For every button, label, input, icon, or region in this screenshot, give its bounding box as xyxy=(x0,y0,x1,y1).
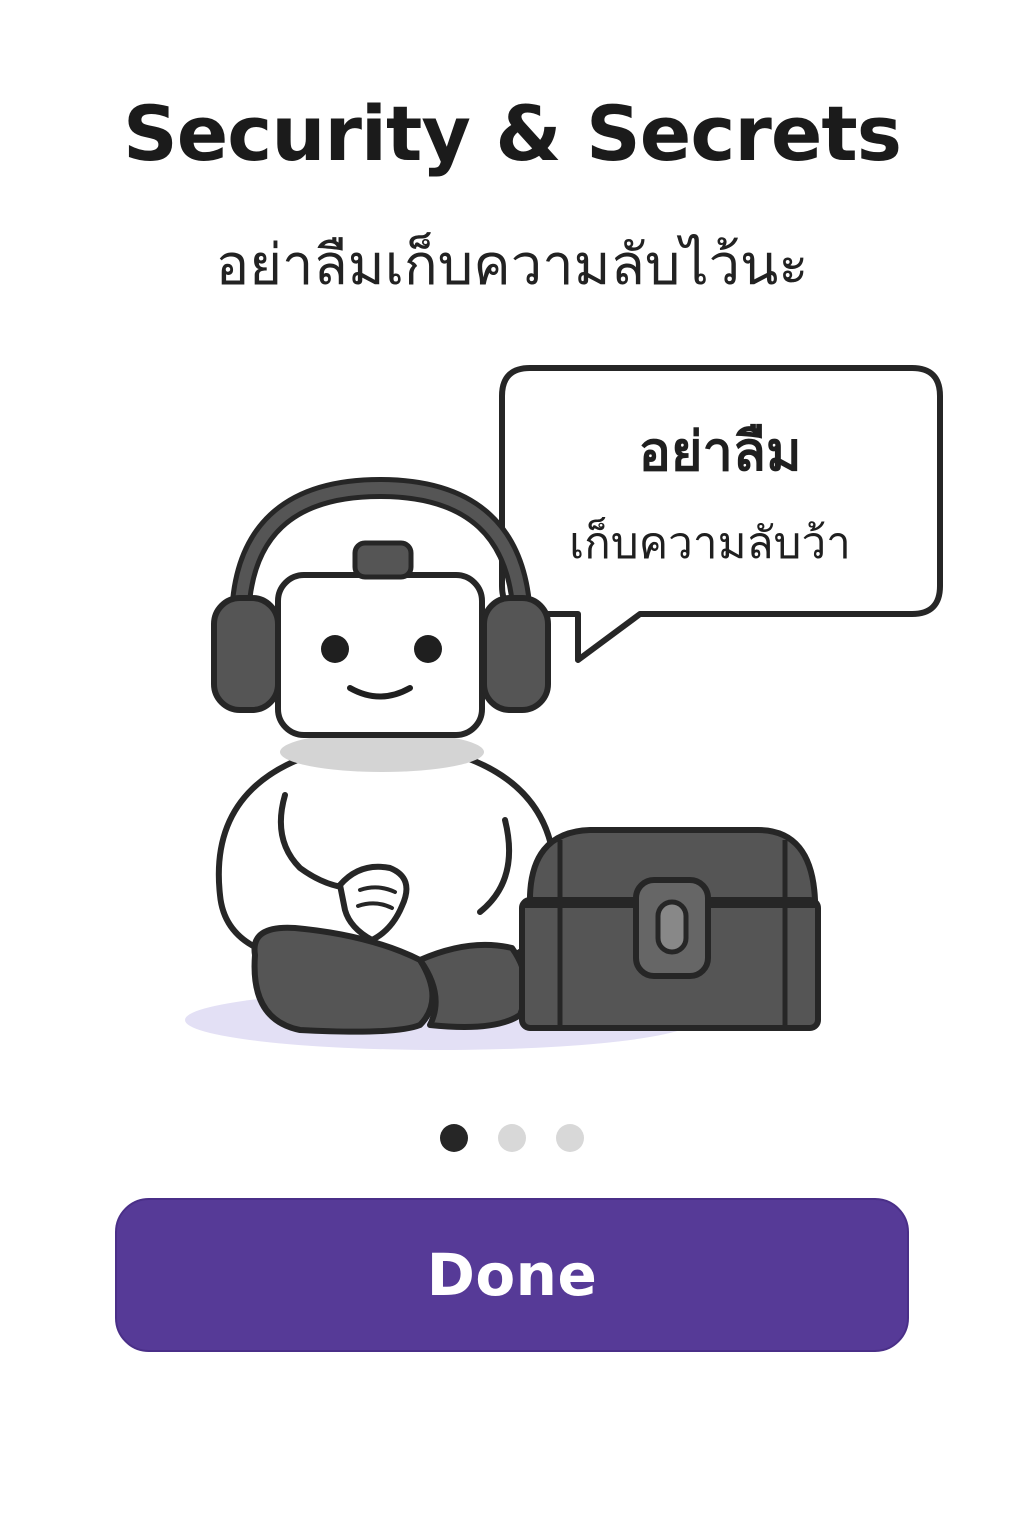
page-title: Security & Secrets xyxy=(123,89,902,178)
done-button[interactable]: Done xyxy=(115,1198,909,1352)
page-dot-1[interactable] xyxy=(440,1124,468,1152)
page-subtitle: อย่าลืมเก็บความลับไว้นะ xyxy=(215,233,809,298)
page-dot-2[interactable] xyxy=(498,1124,526,1152)
page-indicator xyxy=(0,1124,1024,1154)
speech-bubble xyxy=(499,365,943,663)
treasure-chest-icon xyxy=(519,827,821,1031)
done-button-label: Done xyxy=(426,1241,598,1309)
page-dot-3[interactable] xyxy=(556,1124,584,1152)
speech-bubble-line-1: อย่าลืม xyxy=(638,420,802,483)
speech-bubble-line-2: เก็บความลับว้า xyxy=(569,518,851,569)
